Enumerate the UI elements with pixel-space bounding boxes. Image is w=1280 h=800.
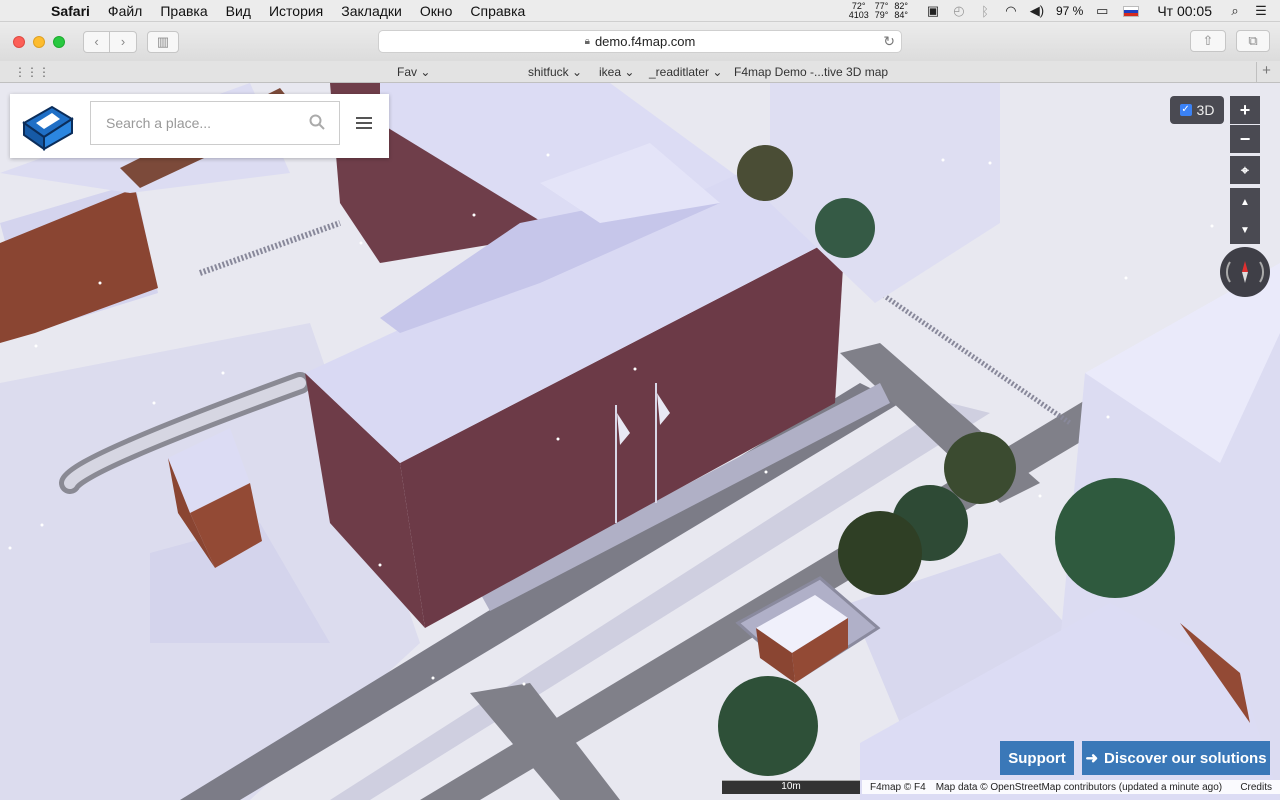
favorite-folder[interactable]: shitfuck ⌄: [528, 65, 582, 79]
menu-clock[interactable]: Чт 00:05: [1157, 3, 1212, 19]
forward-button[interactable]: ›: [110, 30, 137, 53]
search-panel: Search a place...: [10, 94, 389, 158]
temp-value: 84°: [894, 10, 908, 20]
navigation-buttons: ‹ ›: [83, 30, 137, 53]
favorites-bar: ⋮⋮⋮ Fav ⌄ shitfuck ⌄ ikea ⌄ _readitlater…: [0, 61, 1280, 83]
map-3d-scene[interactable]: [0, 83, 1280, 800]
macos-menu-bar: Safari Файл Правка Вид История Закладки …: [0, 0, 1280, 22]
minimize-window-button[interactable]: [33, 35, 45, 48]
menu-history[interactable]: История: [260, 3, 332, 19]
new-tab-icon[interactable]: +: [1256, 62, 1276, 82]
safari-toolbar: ‹ › ▥ 🔒︎ demo.f4map.com ↻ ⇧ ⧉: [0, 22, 1280, 61]
show-favorites-grid-icon[interactable]: ⋮⋮⋮: [14, 65, 50, 79]
menu-bookmarks[interactable]: Закладки: [332, 3, 411, 19]
attribution-brand[interactable]: F4map © F4: [870, 782, 926, 793]
reload-icon[interactable]: ↻: [883, 33, 895, 50]
battery-icon[interactable]: ▭: [1089, 3, 1115, 19]
spotlight-search-icon[interactable]: ⌕: [1222, 3, 1248, 19]
menu-app-safari[interactable]: Safari: [42, 3, 99, 19]
hamburger-menu-icon[interactable]: [356, 117, 372, 132]
battery-percent[interactable]: 97 %: [1056, 4, 1083, 18]
f4map-logo-icon[interactable]: [22, 101, 74, 151]
favorite-label: _readitlater: [649, 65, 710, 79]
notification-center-icon[interactable]: ☰: [1248, 3, 1274, 19]
compass-rotate-control[interactable]: [1220, 247, 1270, 297]
url-text: demo.f4map.com: [594, 34, 696, 49]
scale-bar: 10m: [722, 780, 860, 794]
tabs-overview-button[interactable]: ⧉: [1236, 30, 1270, 52]
lock-icon: 🔒︎: [584, 36, 590, 47]
address-bar[interactable]: 🔒︎ demo.f4map.com ↻: [378, 30, 902, 53]
toggle-3d-control[interactable]: ✓ 3D: [1170, 96, 1224, 124]
favorite-folder[interactable]: ikea ⌄: [599, 65, 634, 79]
input-source-icon[interactable]: ▣: [920, 3, 946, 19]
favorite-folder[interactable]: _readitlater ⌄: [649, 65, 722, 79]
discover-label: Discover our solutions: [1104, 749, 1267, 767]
menu-window[interactable]: Окно: [411, 3, 462, 19]
map-attribution: F4map © F4 Map data © OpenStreetMap cont…: [862, 780, 1280, 794]
bluetooth-icon[interactable]: ᛒ: [972, 4, 998, 19]
search-placeholder: Search a place...: [106, 115, 212, 131]
zoom-window-button[interactable]: [53, 35, 65, 48]
zoom-out-button[interactable]: −: [1230, 125, 1260, 153]
favorite-link[interactable]: F4map Demo -...tive 3D map: [734, 65, 888, 79]
back-button[interactable]: ‹: [83, 30, 110, 53]
close-window-button[interactable]: [13, 35, 25, 48]
arrow-circle-right-icon: ➜: [1085, 750, 1099, 767]
favorite-label: shitfuck: [528, 65, 569, 79]
tilt-down-icon[interactable]: ▼: [1230, 216, 1260, 244]
discover-solutions-button[interactable]: ➜ Discover our solutions: [1082, 741, 1270, 775]
toggle-3d-label: 3D: [1196, 102, 1215, 118]
temp-value: 79°: [874, 10, 889, 20]
favorite-label: ikea: [599, 65, 622, 79]
favorite-folder[interactable]: Fav ⌄: [397, 65, 430, 79]
zoom-in-button[interactable]: +: [1230, 96, 1260, 124]
menu-view[interactable]: Вид: [217, 3, 260, 19]
locate-me-icon[interactable]: ⌖: [1230, 156, 1260, 184]
temp-value: 4103: [848, 10, 869, 20]
share-button[interactable]: ⇧: [1190, 30, 1226, 52]
map-canvas[interactable]: Search a place... ✓ 3D + − ⌖ ▲ ▼ Support…: [0, 83, 1280, 800]
menu-file[interactable]: Файл: [99, 3, 151, 19]
sidebar-toggle-button[interactable]: ▥: [147, 30, 179, 53]
checkbox-checked-icon[interactable]: ✓: [1179, 104, 1192, 116]
keyboard-layout-flag-icon[interactable]: [1123, 5, 1140, 17]
favorite-label: Fav: [397, 65, 418, 79]
volume-icon[interactable]: ◀): [1024, 3, 1050, 19]
temperature-monitor[interactable]: 72° 4103 77° 79° 82° 84°: [849, 2, 908, 20]
search-icon[interactable]: [309, 114, 325, 130]
wifi-icon[interactable]: ◠: [998, 3, 1024, 19]
credits-link[interactable]: Credits: [1240, 782, 1272, 793]
support-button[interactable]: Support: [1000, 741, 1074, 775]
menu-help[interactable]: Справка: [461, 3, 534, 19]
menu-edit[interactable]: Правка: [151, 3, 216, 19]
compass-icon: [1225, 261, 1265, 283]
search-input[interactable]: Search a place...: [90, 101, 340, 145]
attribution-data[interactable]: Map data © OpenStreetMap contributors (u…: [936, 782, 1222, 793]
time-machine-icon[interactable]: ◴: [946, 3, 972, 19]
window-controls: [13, 35, 65, 48]
tilt-up-icon[interactable]: ▲: [1230, 188, 1260, 216]
